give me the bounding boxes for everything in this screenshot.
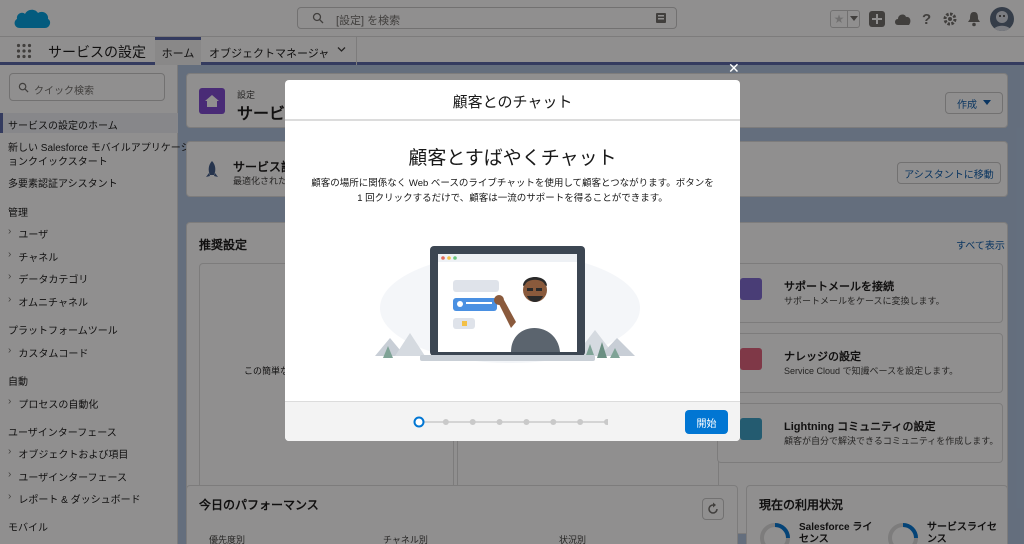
progress-step[interactable] [523, 419, 530, 425]
modal-header-title: 顧客とのチャット [452, 94, 573, 111]
start-button-label: 開始 [696, 418, 717, 430]
close-icon[interactable]: ✕ [728, 60, 740, 77]
chat-illustration [375, 238, 645, 368]
progress-step[interactable] [496, 419, 503, 425]
modal-footer: 開始 [285, 401, 740, 441]
progress-step[interactable] [469, 419, 476, 425]
progress-step[interactable] [442, 419, 449, 425]
progress-step[interactable] [604, 419, 608, 425]
progress-step[interactable] [550, 419, 557, 425]
progress-step-current[interactable] [413, 416, 425, 428]
modal-description: 顧客の場所に関係なく Web ベースのライブチャットを使用して顧客とつながります… [311, 178, 714, 204]
progress-indicator [413, 416, 608, 428]
modal-title: 顧客とすばやくチャット [408, 148, 617, 169]
progress-step[interactable] [577, 419, 584, 425]
chat-with-customers-modal: 顧客とのチャット 顧客とすばやくチャット 顧客の場所に関係なく Web ベースの… [285, 80, 740, 441]
modal-header: 顧客とのチャット [285, 80, 740, 121]
start-button[interactable]: 開始 [685, 410, 728, 434]
